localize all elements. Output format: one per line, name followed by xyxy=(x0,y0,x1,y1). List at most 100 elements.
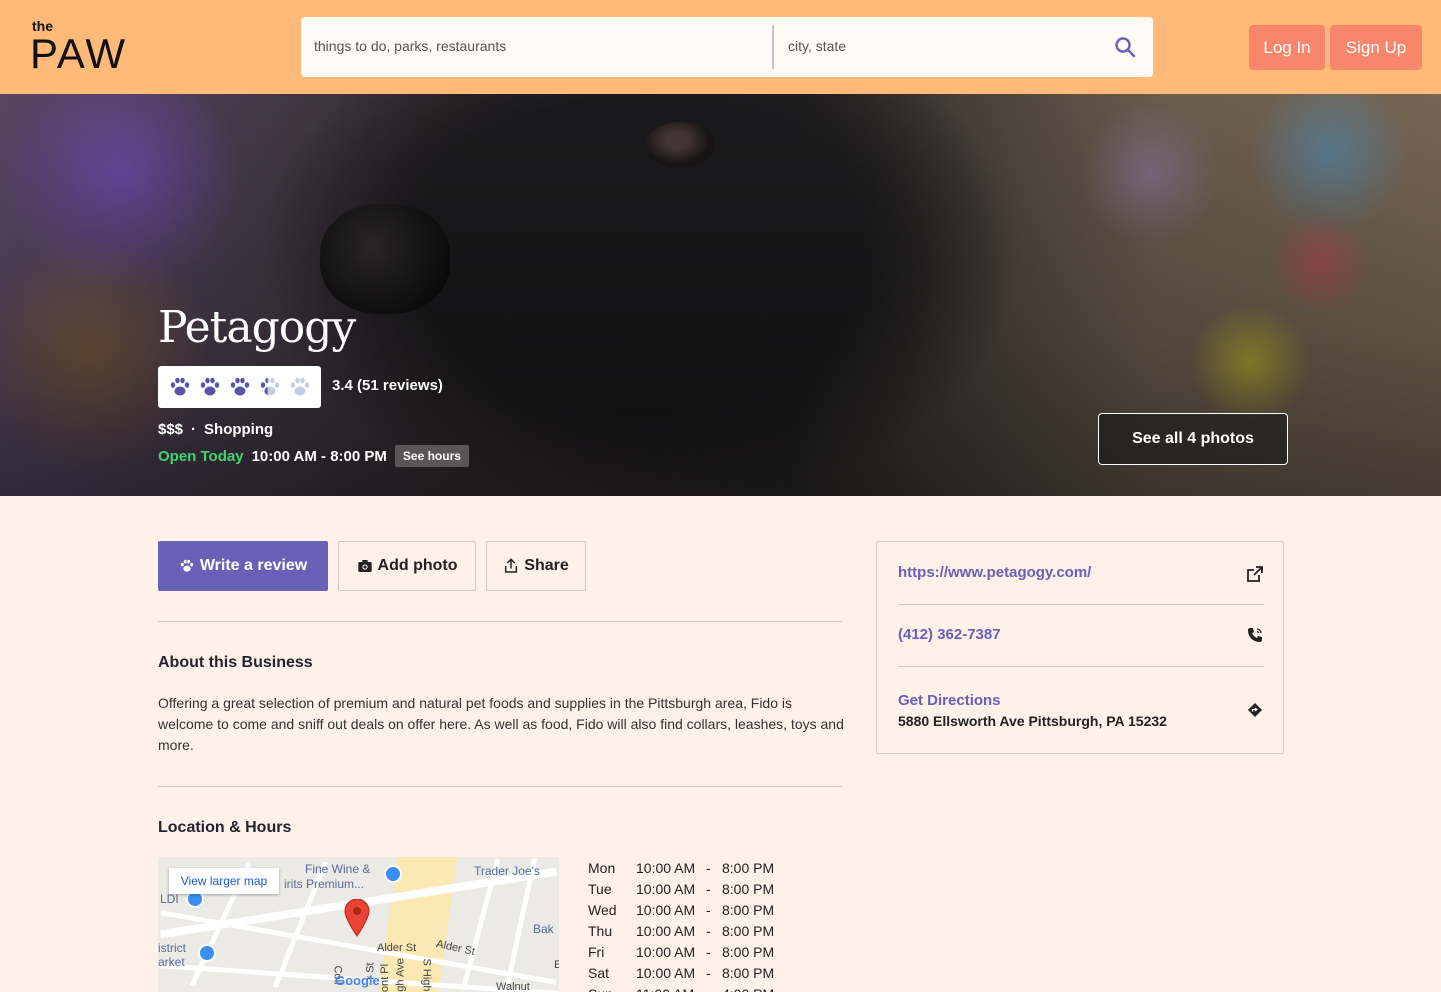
search-divider xyxy=(772,25,774,69)
divider xyxy=(158,786,842,787)
hours-open: 10:00 AM xyxy=(636,943,696,960)
add-photo-label: Add photo xyxy=(377,557,458,574)
directions-icon[interactable] xyxy=(1247,702,1263,718)
hours-open: 10:00 AM xyxy=(636,859,696,876)
signup-button[interactable]: Sign Up xyxy=(1330,25,1422,70)
hours-dash: - xyxy=(706,922,711,939)
hours-dash: - xyxy=(706,859,711,876)
phone-link[interactable]: (412) 362-7387 xyxy=(898,626,1001,643)
rating-text[interactable]: 3.4 (51 reviews) xyxy=(332,377,443,394)
business-name: Petagogy xyxy=(158,302,356,353)
hours-close: 8:00 PM xyxy=(722,964,775,981)
address-text: 5880 Ellsworth Ave Pittsburgh, PA 15232 xyxy=(898,713,1167,729)
see-hours-button[interactable]: See hours xyxy=(394,445,469,467)
contact-divider xyxy=(898,666,1264,667)
hours-open: 10:00 AM xyxy=(636,922,696,939)
login-button[interactable]: Log In xyxy=(1249,25,1325,70)
paw-rating-icon xyxy=(170,377,189,396)
paw-icon xyxy=(180,559,193,572)
see-all-photos-button[interactable]: See all 4 photos xyxy=(1098,413,1288,465)
business-meta: $$$ · Shopping xyxy=(158,421,273,438)
directions-row: Get Directions 5880 Ellsworth Ave Pittsb… xyxy=(898,692,1264,729)
hours-day: Mon xyxy=(588,859,616,876)
map-label: Bak xyxy=(533,922,554,936)
hours-row: Fri 10:00 AM -8:00 PM xyxy=(588,941,774,962)
contact-card: https://www.petagogy.com/ (412) 362-7387… xyxy=(876,541,1284,754)
hours-close: 4:00 PM xyxy=(722,986,774,992)
location-map[interactable]: Fine Wine & irits Premium... Trader Joe'… xyxy=(158,857,559,992)
action-buttons: Write a review Add photo Share xyxy=(158,541,586,591)
hours-dash: - xyxy=(706,986,722,992)
hours-open: 11:00 AM xyxy=(636,986,706,992)
map-label: E xyxy=(554,959,559,971)
map-label: LDI xyxy=(160,892,179,906)
map-label: istrict xyxy=(158,941,186,955)
open-status-row: Open Today 10:00 AM - 8:00 PM See hours xyxy=(158,445,469,467)
logo[interactable]: the PAW xyxy=(30,18,130,77)
hours-dash: - xyxy=(706,964,711,981)
hours-row: Sun11:00 AM-4:00 PM xyxy=(588,983,774,992)
paw-rating xyxy=(158,366,321,408)
price-level: $$$ xyxy=(158,421,184,438)
location-pin-icon xyxy=(344,899,370,937)
get-directions-link[interactable]: Get Directions xyxy=(898,692,1264,709)
website-row: https://www.petagogy.com/ xyxy=(898,564,1264,582)
top-header: the PAW things to do, parks, restaurants… xyxy=(0,0,1441,94)
hours-day: Sun xyxy=(588,986,636,992)
map-label: Walnut xyxy=(496,981,530,992)
paw-rating-icon xyxy=(260,377,279,396)
share-label: Share xyxy=(524,557,569,574)
divider xyxy=(158,621,842,622)
write-review-label: Write a review xyxy=(199,557,308,574)
hours-close: 8:00 PM xyxy=(722,943,775,960)
paw-rating-icon xyxy=(200,377,219,396)
map-poi-cart-icon[interactable] xyxy=(198,944,216,962)
meta-dot: · xyxy=(191,421,197,438)
open-status: Open Today xyxy=(158,447,244,465)
hours-day: Sat xyxy=(588,964,610,981)
map-label: arket xyxy=(158,955,185,969)
hours-open: 10:00 AM xyxy=(636,964,696,981)
external-link-icon[interactable] xyxy=(1247,566,1263,582)
business-category[interactable]: Shopping xyxy=(204,421,273,438)
hours-day: Wed xyxy=(588,901,617,918)
search-bar: things to do, parks, restaurants city, s… xyxy=(301,17,1153,77)
phone-icon[interactable] xyxy=(1247,627,1263,643)
map-label: Alder St xyxy=(377,942,417,954)
map-poi-lock-icon[interactable] xyxy=(384,865,402,883)
view-larger-map-link[interactable]: View larger map xyxy=(169,868,279,894)
contact-divider xyxy=(898,604,1264,605)
logo-paw-text: PAW xyxy=(30,30,127,77)
hours-day: Fri xyxy=(588,943,605,960)
map-label: irits Premium... xyxy=(284,877,365,891)
search-icon[interactable] xyxy=(1113,35,1137,59)
hours-row: Wed 10:00 AM -8:00 PM xyxy=(588,899,774,920)
website-link[interactable]: https://www.petagogy.com/ xyxy=(898,564,1091,581)
hours-close: 8:00 PM xyxy=(722,859,775,876)
today-hours: 10:00 AM - 8:00 PM xyxy=(251,447,387,465)
google-logo: Google xyxy=(335,973,380,988)
about-title: About this Business xyxy=(158,654,313,671)
write-review-button[interactable]: Write a review xyxy=(158,541,328,591)
search-where-input[interactable]: city, state xyxy=(788,38,846,54)
hero-photo: Petagogy 3.4 (51 reviews) $$$ · Shopping O… xyxy=(0,94,1441,496)
add-photo-button[interactable]: Add photo xyxy=(338,541,476,591)
map-label: Fine Wine & xyxy=(305,862,371,876)
hours-dash: - xyxy=(706,901,711,918)
hours-close: 8:00 PM xyxy=(722,901,775,918)
map-label: Trader Joe's xyxy=(474,864,540,878)
hours-close: 8:00 PM xyxy=(722,922,775,939)
search-what-input[interactable]: things to do, parks, restaurants xyxy=(314,38,506,54)
map-label: ont Pl xyxy=(379,963,392,992)
hours-row: Tue 10:00 AM -8:00 PM xyxy=(588,878,774,899)
hours-day: Thu xyxy=(588,922,613,939)
paw-rating-icon xyxy=(230,377,249,396)
hours-dash: - xyxy=(706,880,711,897)
share-icon xyxy=(505,558,518,573)
map-label: gh Ave xyxy=(394,958,407,992)
share-button[interactable]: Share xyxy=(486,541,586,591)
paw-rating-icon xyxy=(290,377,309,396)
about-text: Offering a great selection of premium an… xyxy=(158,695,844,753)
hours-row: Thu 10:00 AM -8:00 PM xyxy=(588,920,774,941)
location-hours-title: Location & Hours xyxy=(158,819,292,836)
